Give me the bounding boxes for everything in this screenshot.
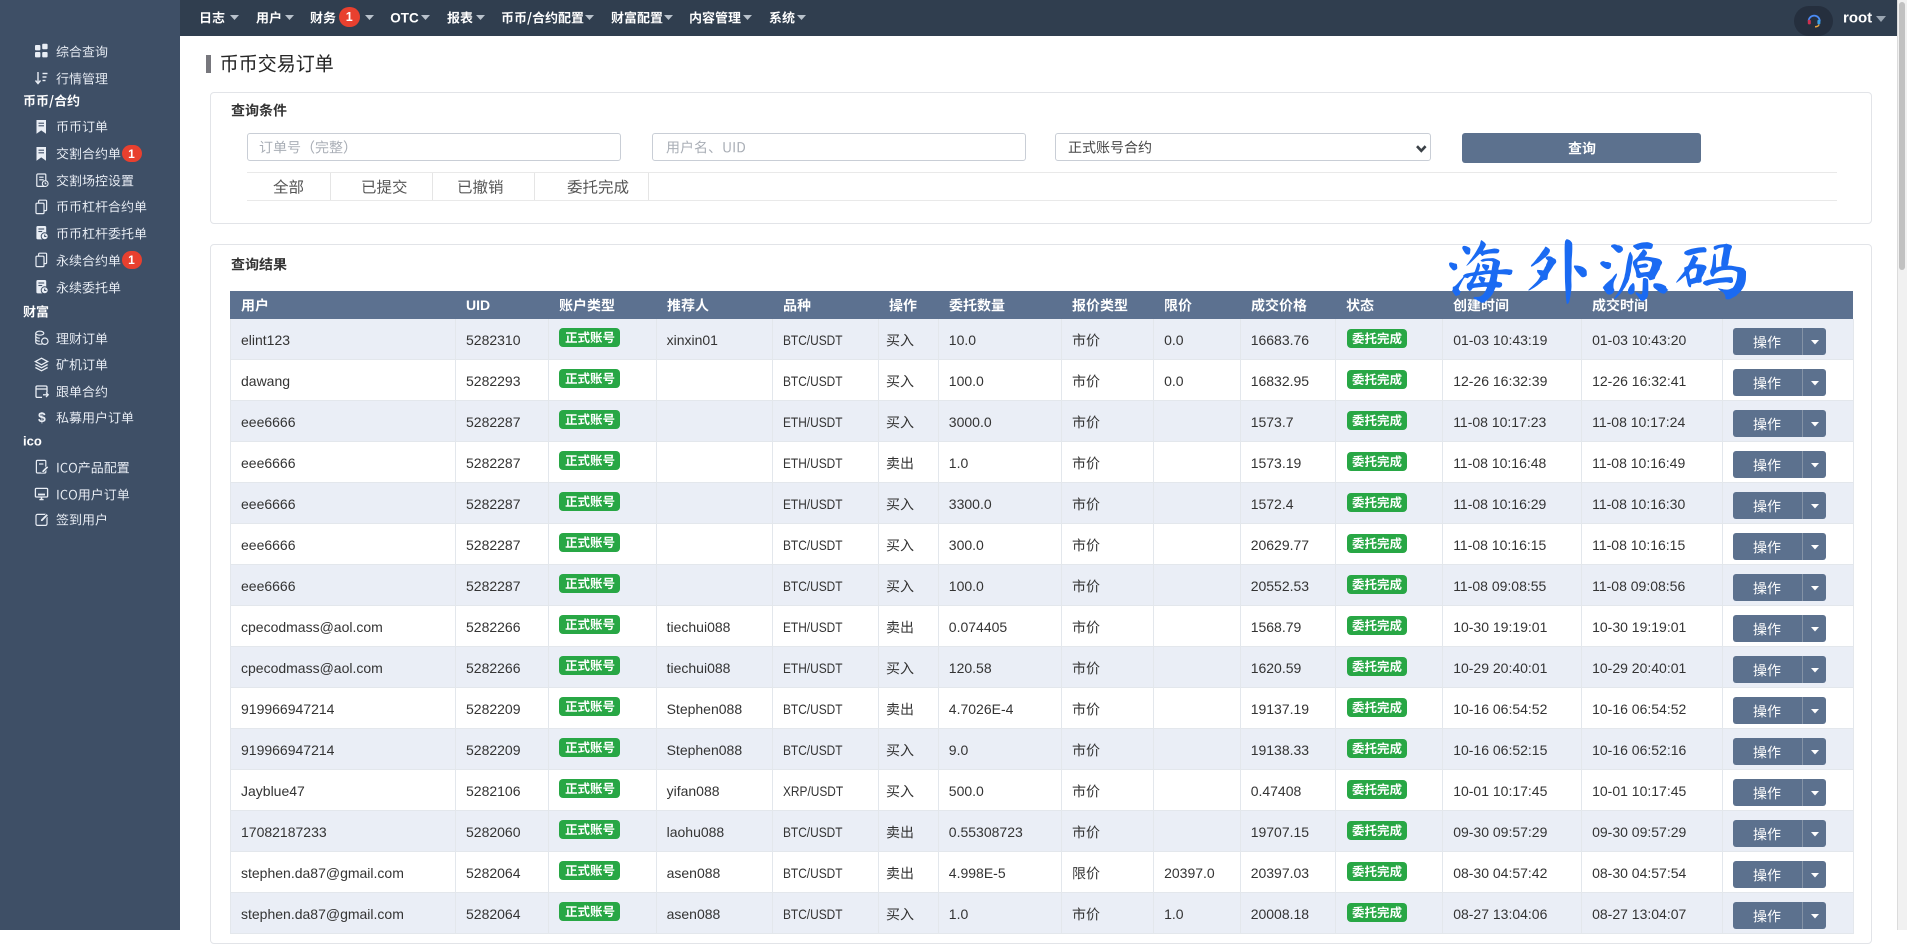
svg-text:$: $ (38, 409, 46, 425)
